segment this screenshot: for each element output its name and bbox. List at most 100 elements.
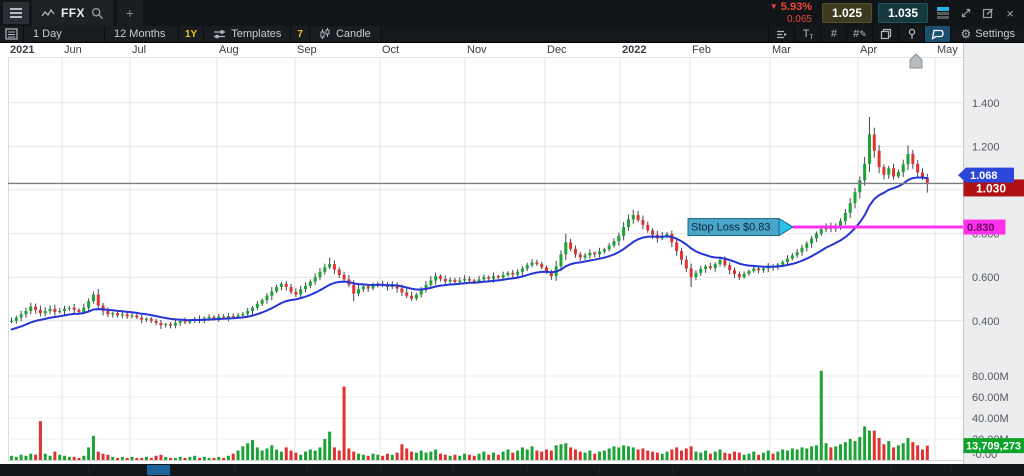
bottom-bar-divider [453,466,454,474]
volume-value-tag: 13,709,273 [964,438,1024,453]
quote-change-block: ▼5.93% 0.065 [770,1,812,26]
svg-text:Stop Loss $0.83: Stop Loss $0.83 [691,222,771,234]
svg-text:Sep: Sep [297,44,317,56]
bottom-bar-divider [818,466,819,474]
sliders-icon [213,29,226,39]
bottom-bar-divider [745,466,746,474]
moving-average-line[interactable] [12,178,928,330]
stop-loss-price-tag: 0.830 [964,220,1006,235]
list-icon [5,28,18,40]
hamburger-icon [10,8,22,10]
svg-text:80.00M: 80.00M [972,371,1009,383]
scrollbar-segment[interactable] [147,465,170,475]
change-percent: 5.93% [781,1,812,13]
svg-text:Feb: Feb [692,44,711,56]
pointer-tool-button[interactable] [924,26,950,42]
bottom-bar-divider [891,466,892,474]
search-icon[interactable] [91,7,104,20]
bottom-bar-divider [599,466,600,474]
svg-text:Dec: Dec [547,44,567,56]
ask-price-button[interactable]: 1.035 [878,3,928,23]
toolbar-right-group: Tт # #✎ ⚙ Settings [768,26,1024,42]
svg-text:Apr: Apr [860,44,877,56]
down-triangle-icon: ▼ [770,2,778,11]
draw-tools-icon: #✎ [853,28,867,40]
symbol-tab[interactable]: FFX [32,0,113,26]
chart-bottom-bar[interactable] [0,464,1024,476]
templates-button[interactable]: Templates [204,26,291,42]
chart-list-button[interactable] [0,26,24,42]
bottom-bar-divider [234,466,235,474]
svg-text:60.00M: 60.00M [972,392,1009,404]
change-absolute: 0.065 [787,14,812,26]
svg-text:Oct: Oct [382,44,399,56]
stop-loss-order[interactable]: Stop Loss $0.83 [688,219,963,236]
svg-text:1.400: 1.400 [972,98,1000,110]
close-window-button[interactable]: × [1001,4,1019,22]
bottom-bar-divider [526,466,527,474]
svg-text:2022: 2022 [622,44,646,56]
chart-toolbar: 1 Day 12 Months 1Y Templates 7 Candle [0,26,1024,43]
settings-label: Settings [975,28,1015,40]
popout-window-button[interactable] [979,4,997,22]
pin-icon [906,28,918,40]
range-select[interactable]: 12 Months [105,26,179,42]
svg-text:Mar: Mar [772,44,791,56]
order-board-icon [775,29,788,40]
layers-icon [880,28,892,40]
pointer-tool-icon [931,29,944,40]
symbol-label: FFX [61,6,85,20]
expand-window-button[interactable] [957,4,975,22]
templates-badge[interactable]: 7 [291,26,310,42]
grid-tool-button[interactable]: # [820,26,846,42]
svg-text:May: May [937,44,958,56]
bid-price-button[interactable]: 1.025 [822,3,872,23]
price-volume-chart[interactable]: 2021 Jun Jul Aug Sep Oct Nov Dec 2022 Feb Mar Apr Ma… [0,43,1024,464]
svg-text:Jul: Jul [132,44,146,56]
new-tab-button[interactable]: + [117,0,143,26]
bottom-bar-divider [307,466,308,474]
bottom-bar-divider [672,466,673,474]
svg-text:0.600: 0.600 [972,272,1000,284]
svg-text:Jun: Jun [64,44,82,56]
settings-button[interactable]: ⚙ Settings [950,26,1024,42]
grid-icon: # [831,28,837,40]
svg-text:2021: 2021 [10,44,34,56]
range-badge[interactable]: 1Y [179,26,204,42]
bottom-bar-divider [950,466,951,474]
chart-type-button[interactable]: Candle [310,26,381,42]
svg-text:13,709,273: 13,709,273 [966,441,1021,453]
expand-arrows-icon [960,7,972,19]
stop-loss-arrow-icon [779,219,793,236]
interval-select[interactable]: 1 Day [24,26,105,42]
text-tool-icon: Tт [803,28,813,40]
svg-text:Aug: Aug [219,44,239,56]
pin-tool-button[interactable] [898,26,924,42]
chart-type-label: Candle [336,28,371,40]
text-tool-button[interactable]: Tт [794,26,820,42]
ma-value-tag: 1.068 [958,168,1014,183]
candles [10,117,929,329]
depth-indicator-icon [937,7,949,19]
gridlines [8,57,963,461]
reset-chart-button[interactable] [910,54,922,68]
svg-text:0.400: 0.400 [972,316,1000,328]
bottom-bar-divider [380,466,381,474]
svg-text:1.068: 1.068 [970,170,998,182]
svg-text:1.030: 1.030 [976,181,1006,195]
svg-text:0.830: 0.830 [967,222,995,234]
popout-icon [982,7,994,19]
chart-window-titlebar: FFX + ▼5.93% 0.065 1.025 1.035 × [0,0,1024,26]
gear-icon: ⚙ [960,27,971,41]
candle-icon [319,28,331,40]
menu-button[interactable] [3,2,29,24]
order-board-button[interactable] [768,26,794,42]
svg-text:40.00M: 40.00M [972,413,1009,425]
duplicate-button[interactable] [872,26,898,42]
templates-label: Templates [231,28,281,40]
svg-text:Nov: Nov [467,44,487,56]
chart-canvas[interactable]: 2021 Jun Jul Aug Sep Oct Nov Dec 2022 Feb Mar Apr Ma… [0,43,1024,464]
x-axis-labels: 2021 Jun Jul Aug Sep Oct Nov Dec 2022 Feb Mar Apr Ma… [10,44,958,56]
svg-text:1.200: 1.200 [972,141,1000,153]
draw-tool-button[interactable]: #✎ [846,26,872,42]
